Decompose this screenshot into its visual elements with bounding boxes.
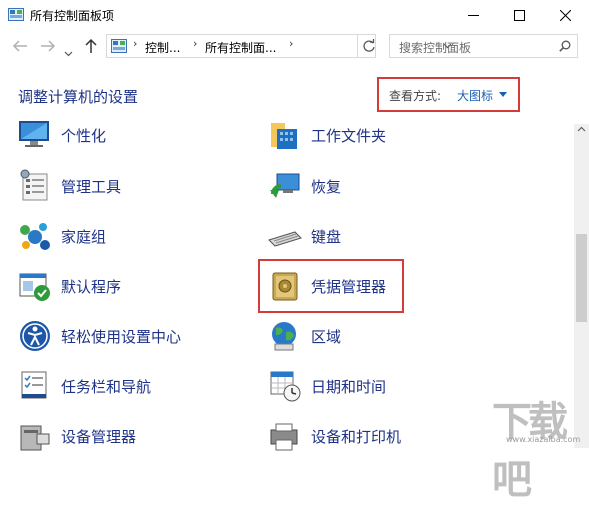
item-region[interactable]: 区域 (267, 316, 557, 356)
item-label[interactable]: 区域 (311, 326, 341, 347)
view-by-selector[interactable]: 查看方式: 大图标 (377, 77, 520, 112)
back-button[interactable] (12, 38, 32, 56)
refresh-button[interactable] (357, 34, 378, 58)
watermark-text: 下载吧 (492, 399, 568, 503)
maximize-button[interactable] (497, 0, 543, 30)
item-work-folders[interactable]: 工作文件夹 (267, 115, 557, 155)
caret-down-icon[interactable] (499, 92, 507, 97)
breadcrumb-separator[interactable]: › (289, 37, 293, 50)
window-title: 所有控制面板项 (30, 9, 115, 23)
item-label[interactable]: 设备和打印机 (311, 426, 401, 447)
search-placeholder: 搜索控制面板 (399, 41, 472, 55)
default-programs-icon (19, 273, 50, 301)
item-label[interactable]: 默认程序 (61, 276, 121, 297)
control-panel-icon (8, 8, 24, 21)
personalization-icon (19, 121, 49, 147)
item-label[interactable]: 工作文件夹 (311, 125, 386, 146)
item-ease-of-access[interactable]: 轻松使用设置中心 (17, 316, 247, 356)
recovery-icon (270, 173, 300, 198)
breadcrumb-separator[interactable]: › (193, 37, 197, 50)
item-label[interactable]: 任务栏和导航 (61, 376, 151, 397)
search-icon[interactable] (559, 40, 571, 52)
item-label[interactable]: 个性化 (61, 125, 106, 146)
taskbar-icon (21, 371, 47, 399)
item-keyboard[interactable]: 键盘 (267, 216, 557, 256)
scroll-up-icon[interactable] (577, 126, 586, 132)
item-default-programs[interactable]: 默认程序 (17, 266, 247, 306)
item-label[interactable]: 轻松使用设置中心 (61, 326, 181, 347)
region-globe-icon (272, 322, 296, 351)
breadcrumb-control-panel[interactable]: 控制... (145, 39, 180, 56)
highlight-box (258, 259, 404, 313)
close-icon (560, 10, 571, 21)
calendar-clock-icon (270, 371, 301, 402)
item-recovery[interactable]: 恢复 (267, 166, 557, 206)
page-title: 调整计算机的设置 (18, 88, 139, 106)
forward-button[interactable] (40, 38, 60, 56)
item-administrative-tools[interactable]: 管理工具 (17, 166, 247, 206)
item-device-manager[interactable]: 设备管理器 (17, 416, 247, 456)
watermark-url: www.xiazaiba.com (506, 435, 581, 444)
arrow-right-icon (41, 40, 56, 52)
item-personalization[interactable]: 个性化 (17, 115, 247, 155)
watermark: 下载吧 www.xiazaiba.com (488, 387, 588, 503)
close-button[interactable] (543, 0, 589, 30)
title-bar: 所有控制面板项 (0, 0, 589, 30)
administrative-tools-icon (20, 169, 48, 201)
printer-icon (270, 423, 298, 451)
address-bar[interactable]: › 控制... › 所有控制面... › (106, 34, 452, 58)
minimize-icon (468, 15, 479, 16)
homegroup-icon (20, 223, 50, 250)
recent-locations-button[interactable] (64, 42, 73, 61)
minimize-button[interactable] (451, 0, 497, 30)
arrow-left-icon (12, 40, 27, 52)
scrollbar-thumb[interactable] (576, 234, 587, 322)
item-label[interactable]: 家庭组 (61, 226, 106, 247)
item-label[interactable]: 日期和时间 (311, 376, 386, 397)
device-manager-icon (20, 425, 50, 451)
up-button[interactable] (84, 38, 98, 58)
ease-of-access-icon (20, 321, 50, 351)
keyboard-icon (268, 231, 302, 247)
work-folders-icon (271, 123, 297, 149)
search-box[interactable]: 搜索控制面板 (389, 34, 578, 58)
maximize-icon (514, 10, 525, 21)
view-by-value[interactable]: 大图标 (457, 87, 493, 104)
item-label[interactable]: 键盘 (311, 226, 341, 247)
breadcrumb-separator[interactable]: › (133, 37, 137, 50)
breadcrumb-all-items[interactable]: 所有控制面... (205, 39, 276, 56)
chevron-down-icon (64, 51, 73, 57)
item-label[interactable]: 设备管理器 (61, 426, 136, 447)
item-label[interactable]: 管理工具 (61, 176, 121, 197)
arrow-up-icon (85, 38, 97, 53)
view-by-label: 查看方式: (389, 89, 442, 103)
control-panel-icon (111, 39, 127, 53)
item-taskbar-navigation[interactable]: 任务栏和导航 (17, 366, 247, 406)
item-homegroup[interactable]: 家庭组 (17, 216, 247, 256)
item-label[interactable]: 恢复 (311, 176, 341, 197)
refresh-icon (363, 39, 375, 52)
